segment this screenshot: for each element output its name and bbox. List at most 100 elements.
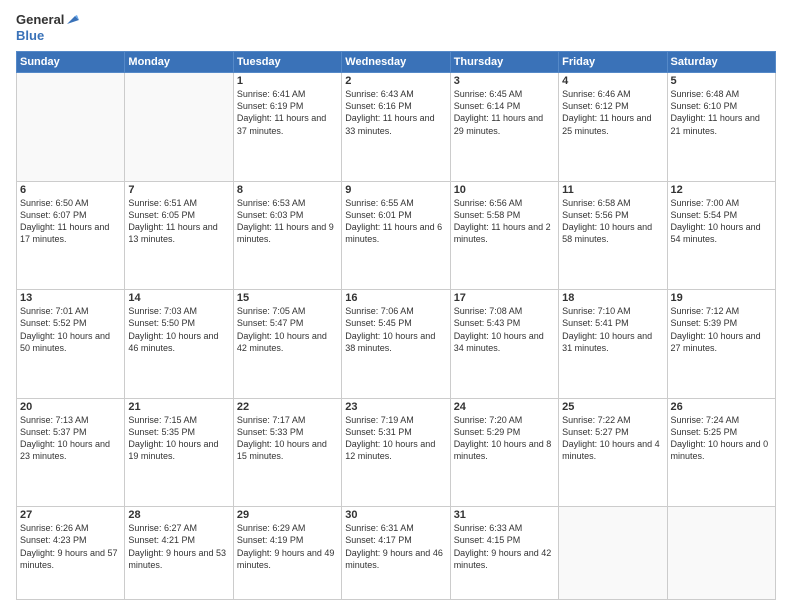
- day-number: 7: [128, 184, 229, 196]
- day-info: Sunrise: 7:03 AM Sunset: 5:50 PM Dayligh…: [128, 305, 229, 354]
- day-number: 11: [562, 184, 663, 196]
- calendar-header-row: SundayMondayTuesdayWednesdayThursdayFrid…: [17, 52, 776, 73]
- day-number: 1: [237, 75, 338, 87]
- day-info: Sunrise: 7:15 AM Sunset: 5:35 PM Dayligh…: [128, 414, 229, 463]
- day-number: 19: [671, 292, 772, 304]
- day-number: 24: [454, 401, 555, 413]
- weekday-header-saturday: Saturday: [667, 52, 775, 73]
- calendar-cell: 26Sunrise: 7:24 AM Sunset: 5:25 PM Dayli…: [667, 398, 775, 507]
- day-number: 28: [128, 509, 229, 521]
- calendar-cell: 28Sunrise: 6:27 AM Sunset: 4:21 PM Dayli…: [125, 507, 233, 600]
- logo: General Blue: [16, 12, 79, 43]
- calendar-cell: 17Sunrise: 7:08 AM Sunset: 5:43 PM Dayli…: [450, 290, 558, 399]
- weekday-header-tuesday: Tuesday: [233, 52, 341, 73]
- day-info: Sunrise: 6:56 AM Sunset: 5:58 PM Dayligh…: [454, 197, 555, 246]
- calendar-cell: 24Sunrise: 7:20 AM Sunset: 5:29 PM Dayli…: [450, 398, 558, 507]
- day-info: Sunrise: 6:29 AM Sunset: 4:19 PM Dayligh…: [237, 522, 338, 571]
- calendar-cell: 3Sunrise: 6:45 AM Sunset: 6:14 PM Daylig…: [450, 73, 558, 182]
- calendar-cell: 30Sunrise: 6:31 AM Sunset: 4:17 PM Dayli…: [342, 507, 450, 600]
- calendar-cell: 19Sunrise: 7:12 AM Sunset: 5:39 PM Dayli…: [667, 290, 775, 399]
- day-info: Sunrise: 6:48 AM Sunset: 6:10 PM Dayligh…: [671, 88, 772, 137]
- day-info: Sunrise: 6:31 AM Sunset: 4:17 PM Dayligh…: [345, 522, 446, 571]
- calendar-cell: 21Sunrise: 7:15 AM Sunset: 5:35 PM Dayli…: [125, 398, 233, 507]
- header: General Blue: [16, 12, 776, 43]
- calendar-cell: 25Sunrise: 7:22 AM Sunset: 5:27 PM Dayli…: [559, 398, 667, 507]
- calendar-cell: 27Sunrise: 6:26 AM Sunset: 4:23 PM Dayli…: [17, 507, 125, 600]
- calendar-cell: [125, 73, 233, 182]
- calendar-cell: 23Sunrise: 7:19 AM Sunset: 5:31 PM Dayli…: [342, 398, 450, 507]
- day-info: Sunrise: 6:55 AM Sunset: 6:01 PM Dayligh…: [345, 197, 446, 246]
- calendar-cell: 15Sunrise: 7:05 AM Sunset: 5:47 PM Dayli…: [233, 290, 341, 399]
- calendar-cell: 7Sunrise: 6:51 AM Sunset: 6:05 PM Daylig…: [125, 181, 233, 290]
- calendar-cell: 2Sunrise: 6:43 AM Sunset: 6:16 PM Daylig…: [342, 73, 450, 182]
- day-info: Sunrise: 7:19 AM Sunset: 5:31 PM Dayligh…: [345, 414, 446, 463]
- day-number: 15: [237, 292, 338, 304]
- day-info: Sunrise: 7:00 AM Sunset: 5:54 PM Dayligh…: [671, 197, 772, 246]
- calendar-cell: 9Sunrise: 6:55 AM Sunset: 6:01 PM Daylig…: [342, 181, 450, 290]
- weekday-header-monday: Monday: [125, 52, 233, 73]
- day-info: Sunrise: 6:46 AM Sunset: 6:12 PM Dayligh…: [562, 88, 663, 137]
- logo-blue: Blue: [16, 28, 44, 43]
- day-number: 26: [671, 401, 772, 413]
- calendar-cell: 12Sunrise: 7:00 AM Sunset: 5:54 PM Dayli…: [667, 181, 775, 290]
- day-number: 9: [345, 184, 446, 196]
- day-number: 2: [345, 75, 446, 87]
- day-number: 10: [454, 184, 555, 196]
- calendar-cell: [559, 507, 667, 600]
- day-info: Sunrise: 7:12 AM Sunset: 5:39 PM Dayligh…: [671, 305, 772, 354]
- day-number: 4: [562, 75, 663, 87]
- logo-text: General Blue: [16, 12, 79, 43]
- day-number: 12: [671, 184, 772, 196]
- day-info: Sunrise: 6:51 AM Sunset: 6:05 PM Dayligh…: [128, 197, 229, 246]
- day-info: Sunrise: 7:22 AM Sunset: 5:27 PM Dayligh…: [562, 414, 663, 463]
- day-number: 3: [454, 75, 555, 87]
- day-info: Sunrise: 6:26 AM Sunset: 4:23 PM Dayligh…: [20, 522, 121, 571]
- day-info: Sunrise: 6:53 AM Sunset: 6:03 PM Dayligh…: [237, 197, 338, 246]
- weekday-header-wednesday: Wednesday: [342, 52, 450, 73]
- weekday-header-thursday: Thursday: [450, 52, 558, 73]
- calendar-cell: 4Sunrise: 6:46 AM Sunset: 6:12 PM Daylig…: [559, 73, 667, 182]
- day-info: Sunrise: 6:27 AM Sunset: 4:21 PM Dayligh…: [128, 522, 229, 571]
- day-number: 5: [671, 75, 772, 87]
- day-info: Sunrise: 6:41 AM Sunset: 6:19 PM Dayligh…: [237, 88, 338, 137]
- calendar-cell: 10Sunrise: 6:56 AM Sunset: 5:58 PM Dayli…: [450, 181, 558, 290]
- calendar-cell: 20Sunrise: 7:13 AM Sunset: 5:37 PM Dayli…: [17, 398, 125, 507]
- day-number: 27: [20, 509, 121, 521]
- day-info: Sunrise: 6:58 AM Sunset: 5:56 PM Dayligh…: [562, 197, 663, 246]
- calendar-cell: 11Sunrise: 6:58 AM Sunset: 5:56 PM Dayli…: [559, 181, 667, 290]
- day-info: Sunrise: 7:20 AM Sunset: 5:29 PM Dayligh…: [454, 414, 555, 463]
- day-info: Sunrise: 6:45 AM Sunset: 6:14 PM Dayligh…: [454, 88, 555, 137]
- calendar-week-3: 13Sunrise: 7:01 AM Sunset: 5:52 PM Dayli…: [17, 290, 776, 399]
- logo-general: General: [16, 12, 64, 27]
- calendar-cell: 8Sunrise: 6:53 AM Sunset: 6:03 PM Daylig…: [233, 181, 341, 290]
- day-number: 31: [454, 509, 555, 521]
- day-info: Sunrise: 7:05 AM Sunset: 5:47 PM Dayligh…: [237, 305, 338, 354]
- day-number: 22: [237, 401, 338, 413]
- calendar-cell: 5Sunrise: 6:48 AM Sunset: 6:10 PM Daylig…: [667, 73, 775, 182]
- day-info: Sunrise: 7:13 AM Sunset: 5:37 PM Dayligh…: [20, 414, 121, 463]
- day-number: 17: [454, 292, 555, 304]
- calendar-cell: [17, 73, 125, 182]
- day-info: Sunrise: 7:17 AM Sunset: 5:33 PM Dayligh…: [237, 414, 338, 463]
- day-info: Sunrise: 7:01 AM Sunset: 5:52 PM Dayligh…: [20, 305, 121, 354]
- logo-bird-icon: [65, 14, 79, 28]
- day-number: 21: [128, 401, 229, 413]
- calendar-cell: 1Sunrise: 6:41 AM Sunset: 6:19 PM Daylig…: [233, 73, 341, 182]
- page: General Blue SundayMondayTuesdayWednesda…: [0, 0, 792, 612]
- day-info: Sunrise: 6:50 AM Sunset: 6:07 PM Dayligh…: [20, 197, 121, 246]
- day-number: 23: [345, 401, 446, 413]
- calendar-cell: [667, 507, 775, 600]
- calendar-table: SundayMondayTuesdayWednesdayThursdayFrid…: [16, 51, 776, 600]
- calendar-cell: 14Sunrise: 7:03 AM Sunset: 5:50 PM Dayli…: [125, 290, 233, 399]
- day-info: Sunrise: 7:24 AM Sunset: 5:25 PM Dayligh…: [671, 414, 772, 463]
- day-number: 14: [128, 292, 229, 304]
- weekday-header-sunday: Sunday: [17, 52, 125, 73]
- calendar-cell: 13Sunrise: 7:01 AM Sunset: 5:52 PM Dayli…: [17, 290, 125, 399]
- day-info: Sunrise: 6:33 AM Sunset: 4:15 PM Dayligh…: [454, 522, 555, 571]
- day-info: Sunrise: 7:10 AM Sunset: 5:41 PM Dayligh…: [562, 305, 663, 354]
- day-number: 29: [237, 509, 338, 521]
- calendar-cell: 31Sunrise: 6:33 AM Sunset: 4:15 PM Dayli…: [450, 507, 558, 600]
- day-info: Sunrise: 7:06 AM Sunset: 5:45 PM Dayligh…: [345, 305, 446, 354]
- calendar-week-2: 6Sunrise: 6:50 AM Sunset: 6:07 PM Daylig…: [17, 181, 776, 290]
- day-number: 20: [20, 401, 121, 413]
